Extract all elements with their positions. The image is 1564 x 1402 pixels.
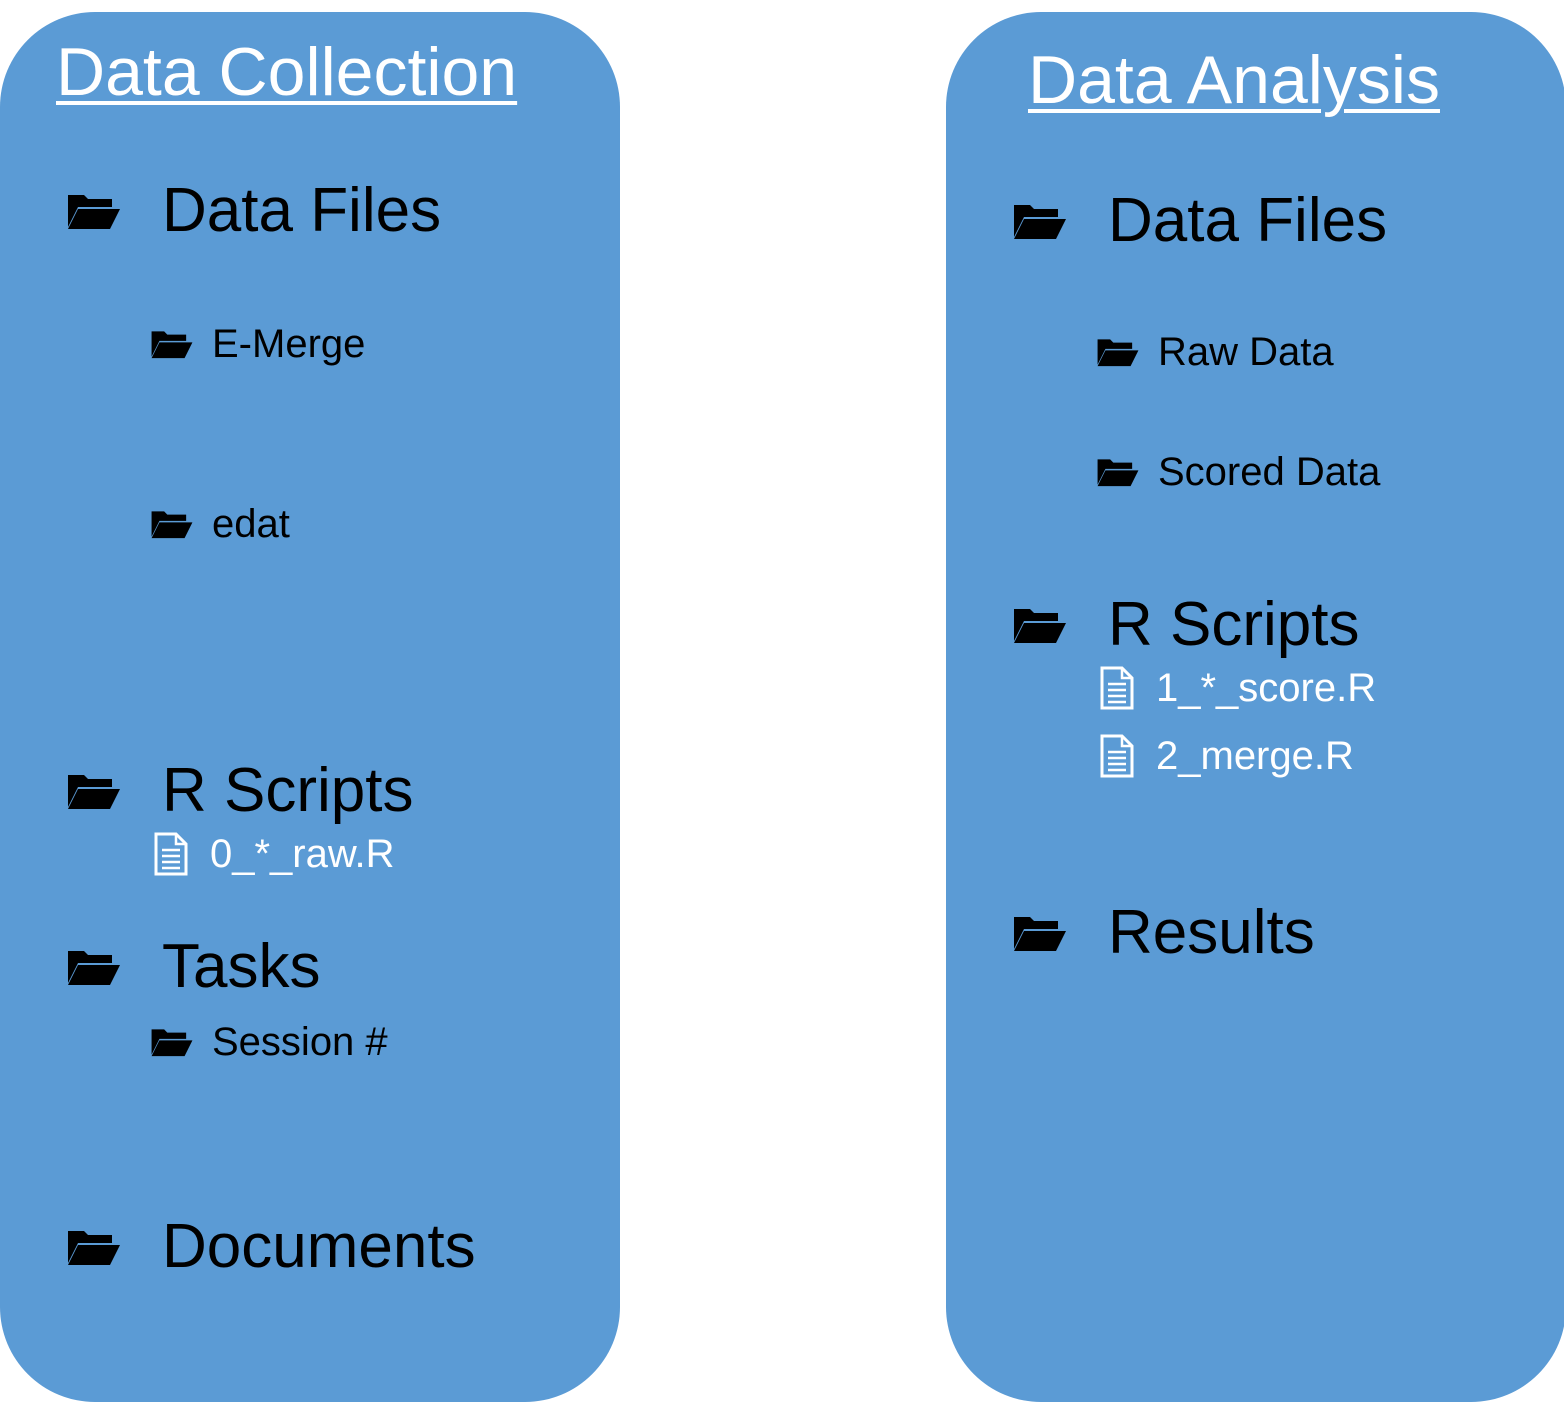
folder-label: Session # — [212, 1020, 388, 1064]
folder-label: Data Files — [1108, 186, 1388, 255]
folder-label: edat — [212, 502, 290, 546]
folder-label: R Scripts — [1108, 590, 1360, 659]
folder-edat[interactable]: edat — [150, 504, 290, 544]
folder-label: E-Merge — [212, 322, 366, 366]
folder-open-icon — [68, 951, 120, 985]
folder-results[interactable]: Results — [1012, 902, 1315, 964]
folder-open-icon — [1014, 917, 1066, 951]
file-text-icon — [1100, 734, 1134, 778]
folder-label: Documents — [162, 1212, 476, 1281]
folder-label: Scored Data — [1158, 450, 1381, 494]
folder-open-icon — [1097, 459, 1139, 487]
folder-data-files[interactable]: Data Files — [1012, 190, 1387, 252]
folder-documents[interactable]: Documents — [66, 1216, 476, 1278]
folder-scored-data[interactable]: Scored Data — [1096, 452, 1380, 492]
file-text-icon — [154, 832, 188, 876]
folder-r-scripts[interactable]: R Scripts — [1012, 594, 1359, 656]
folder-open-icon — [1014, 205, 1066, 239]
folder-label: Results — [1108, 898, 1315, 967]
file-label: 0_*_raw.R — [210, 832, 395, 876]
folder-open-icon — [1097, 339, 1139, 367]
folder-open-icon — [151, 331, 193, 359]
folder-session[interactable]: Session # — [150, 1022, 388, 1062]
folder-open-icon — [151, 511, 193, 539]
folder-open-icon — [68, 1231, 120, 1265]
folder-label: Tasks — [162, 932, 321, 1001]
file-raw-script[interactable]: 0_*_raw.R — [154, 832, 395, 876]
file-label: 1_*_score.R — [1156, 666, 1377, 710]
folder-raw-data[interactable]: Raw Data — [1096, 332, 1334, 372]
folder-r-scripts[interactable]: R Scripts — [66, 760, 413, 822]
panel-title: Data Collection — [56, 34, 518, 110]
folder-data-files[interactable]: Data Files — [66, 180, 441, 242]
folder-open-icon — [1014, 609, 1066, 643]
folder-tasks[interactable]: Tasks — [66, 936, 320, 998]
folder-open-icon — [151, 1029, 193, 1057]
file-label: 2_merge.R — [1156, 734, 1354, 778]
folder-open-icon — [68, 775, 120, 809]
file-text-icon — [1100, 666, 1134, 710]
file-score-script[interactable]: 1_*_score.R — [1100, 666, 1376, 710]
folder-open-icon — [68, 195, 120, 229]
data-collection-panel: Data Collection Data Files E-Merge edat … — [0, 12, 620, 1402]
folder-e-merge[interactable]: E-Merge — [150, 324, 365, 364]
folder-label: Data Files — [162, 176, 442, 245]
folder-label: Raw Data — [1158, 330, 1334, 374]
data-analysis-panel: Data Analysis Data Files Raw Data Scored… — [946, 12, 1564, 1402]
file-merge-script[interactable]: 2_merge.R — [1100, 734, 1354, 778]
panel-title: Data Analysis — [1028, 42, 1440, 118]
folder-label: R Scripts — [162, 756, 414, 825]
